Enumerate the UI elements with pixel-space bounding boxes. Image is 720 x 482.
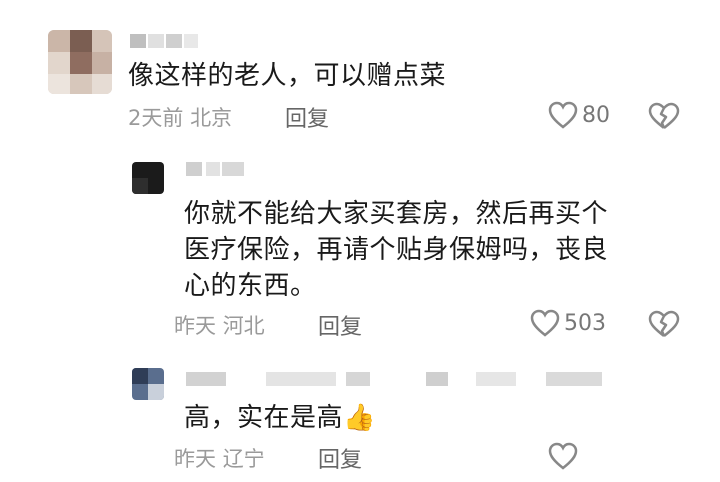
like-button[interactable]: 80 xyxy=(548,101,610,129)
comment-text: 像这样的老人，可以赠点菜 xyxy=(128,58,446,94)
comment-text-line: 像这样的老人，可以赠点菜 xyxy=(128,61,447,91)
heart-icon xyxy=(530,309,560,337)
username[interactable] xyxy=(186,372,606,386)
reply-button[interactable]: 回复 xyxy=(318,309,362,341)
comment-location: 北京 xyxy=(190,106,233,130)
like-button[interactable]: 503 xyxy=(530,309,606,337)
comment-text-line: 高，实在是高 xyxy=(184,403,344,433)
like-count: 80 xyxy=(582,102,610,128)
heart-icon xyxy=(548,101,578,129)
broken-heart-icon xyxy=(648,310,680,337)
thumbs-up-emoji: 👍 xyxy=(343,403,376,433)
comment-time: 2天前 xyxy=(128,106,184,130)
reply-button[interactable]: 回复 xyxy=(318,442,362,474)
comment-text-line: 医疗保险，再请个贴身保姆吗，丧良 xyxy=(184,235,609,265)
comment-location: 辽宁 xyxy=(222,447,265,471)
dislike-button[interactable] xyxy=(648,310,680,342)
avatar[interactable] xyxy=(132,162,164,194)
reply-button[interactable]: 回复 xyxy=(285,101,329,133)
username[interactable] xyxy=(130,34,200,48)
comment-location: 河北 xyxy=(222,314,265,338)
avatar[interactable] xyxy=(132,368,164,400)
avatar[interactable] xyxy=(48,30,112,94)
comment-text-line: 你就不能给大家买套房，然后再买个 xyxy=(184,199,609,229)
comment-time: 昨天 xyxy=(174,314,216,338)
comment-meta: 昨天 辽宁 xyxy=(174,443,265,473)
like-button[interactable] xyxy=(548,442,578,470)
broken-heart-icon xyxy=(648,102,680,129)
comment-meta: 2天前 北京 xyxy=(128,102,232,132)
comment-meta: 昨天 河北 xyxy=(174,310,265,340)
dislike-button[interactable] xyxy=(648,102,680,134)
username[interactable] xyxy=(186,162,246,176)
like-count: 503 xyxy=(564,310,606,336)
comment-text-line: 心的东西。 xyxy=(184,271,317,301)
heart-icon xyxy=(548,442,578,470)
comment-time: 昨天 xyxy=(174,447,216,471)
comment-text: 高，实在是高👍 xyxy=(184,400,376,436)
comment-text: 你就不能给大家买套房，然后再买个 医疗保险，再请个贴身保姆吗，丧良 心的东西。 xyxy=(184,196,608,304)
